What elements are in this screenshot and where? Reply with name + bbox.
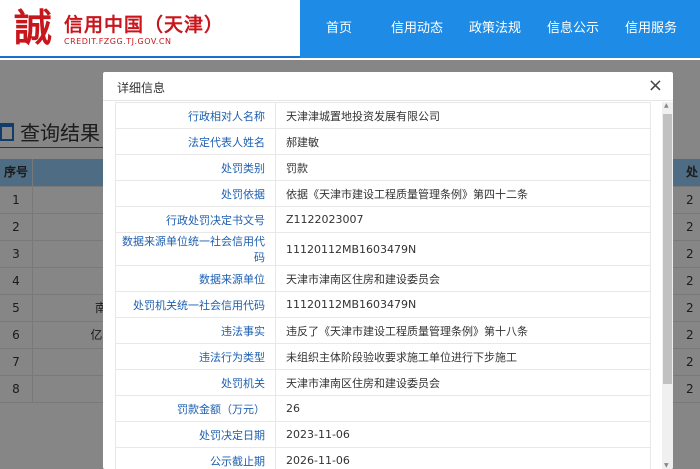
site-header: 誠 信用中国（天津） CREDIT.FZGG.TJ.GOV.CN 首页 信用动态… [0, 0, 700, 58]
nav-disclosure[interactable]: 信息公示 [534, 0, 612, 58]
field-value: 2026-11-06 [275, 447, 651, 469]
field-label: 行政相对人名称 [115, 102, 276, 129]
detail-row: 罚款金额（万元） 26 [115, 395, 651, 422]
site-title[interactable]: 信用中国（天津） [64, 10, 224, 37]
detail-row: 数据来源单位 天津市津南区住房和建设委员会 [115, 265, 651, 292]
detail-row: 处罚依据 依据《天津市建设工程质量管理条例》第四十二条 [115, 180, 651, 207]
field-value: 依据《天津市建设工程质量管理条例》第四十二条 [275, 180, 651, 207]
field-label: 违法事实 [115, 317, 276, 344]
field-value: 天津市津南区住房和建设委员会 [275, 265, 651, 292]
field-label: 行政处罚决定书文号 [115, 206, 276, 233]
field-label: 罚款金额（万元） [115, 395, 276, 422]
scrollbar[interactable]: ▲ ▼ [662, 102, 673, 469]
detail-row: 处罚决定日期 2023-11-06 [115, 421, 651, 448]
field-label: 处罚依据 [115, 180, 276, 207]
nav-services[interactable]: 信用服务 [612, 0, 690, 58]
field-label: 违法行为类型 [115, 343, 276, 370]
detail-row: 行政处罚决定书文号 Z1122023007 [115, 206, 651, 233]
field-label: 处罚机关统一社会信用代码 [115, 291, 276, 318]
detail-row: 处罚类别 罚款 [115, 154, 651, 181]
field-value: 郝建敏 [275, 128, 651, 155]
field-value: 26 [275, 395, 651, 422]
field-value: 天津市津南区住房和建设委员会 [275, 369, 651, 396]
field-label: 处罚机关 [115, 369, 276, 396]
field-value: Z1122023007 [275, 206, 651, 233]
field-value: 罚款 [275, 154, 651, 181]
detail-row: 数据来源单位统一社会信用代码 11120112MB1603479N [115, 232, 651, 266]
detail-row: 违法事实 违反了《天津市建设工程质量管理条例》第十八条 [115, 317, 651, 344]
site-url: CREDIT.FZGG.TJ.GOV.CN [64, 37, 172, 46]
detail-row: 法定代表人姓名 郝建敏 [115, 128, 651, 155]
detail-row: 处罚机关统一社会信用代码 11120112MB1603479N [115, 291, 651, 318]
field-label: 数据来源单位统一社会信用代码 [115, 232, 276, 266]
detail-row: 行政相对人名称 天津津城置地投资发展有限公司 [115, 102, 651, 129]
detail-row: 公示截止期 2026-11-06 [115, 447, 651, 469]
field-label: 法定代表人姓名 [115, 128, 276, 155]
detail-row: 处罚机关 天津市津南区住房和建设委员会 [115, 369, 651, 396]
field-label: 数据来源单位 [115, 265, 276, 292]
scroll-up-icon[interactable]: ▲ [664, 102, 669, 109]
nav-home[interactable]: 首页 [300, 0, 378, 58]
main-nav: 首页 信用动态 政策法规 信息公示 信用服务 [300, 0, 700, 58]
detail-row: 违法行为类型 未组织主体阶段验收要求施工单位进行下步施工 [115, 343, 651, 370]
scroll-down-icon[interactable]: ▼ [664, 462, 669, 469]
scrollbar-thumb[interactable] [663, 114, 672, 384]
modal-title: 详细信息 [117, 81, 166, 95]
field-label: 处罚决定日期 [115, 421, 276, 448]
field-value: 天津津城置地投资发展有限公司 [275, 102, 651, 129]
field-label: 公示截止期 [115, 447, 276, 469]
detail-table: 行政相对人名称 天津津城置地投资发展有限公司 法定代表人姓名 郝建敏 处罚类别 罚款 处罚依… [115, 102, 651, 469]
field-value: 11120112MB1603479N [275, 232, 651, 266]
detail-modal: 详细信息 × 行政相对人名称 天津津城置地投资发展有限公司 法定代表人姓名 郝建敏 处罚… [103, 72, 673, 469]
logo-icon[interactable]: 誠 [14, 6, 56, 50]
field-value: 未组织主体阶段验收要求施工单位进行下步施工 [275, 343, 651, 370]
nav-news[interactable]: 信用动态 [378, 0, 456, 58]
field-value: 11120112MB1603479N [275, 291, 651, 318]
nav-policy[interactable]: 政策法规 [456, 0, 534, 58]
field-value: 2023-11-06 [275, 421, 651, 448]
field-value: 违反了《天津市建设工程质量管理条例》第十八条 [275, 317, 651, 344]
close-icon[interactable]: × [648, 75, 663, 96]
modal-header: 详细信息 × [103, 72, 673, 101]
field-label: 处罚类别 [115, 154, 276, 181]
